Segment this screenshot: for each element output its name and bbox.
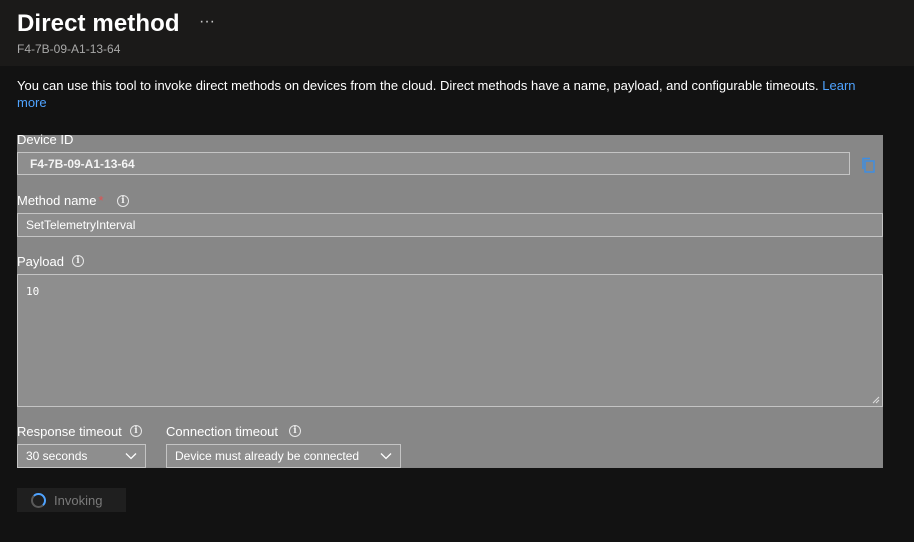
device-id-label: Device ID bbox=[17, 132, 74, 147]
spinner-icon bbox=[31, 492, 46, 508]
page-subtitle: F4-7B-09-A1-13-64 bbox=[17, 42, 121, 56]
invoke-method-button[interactable]: Invoking bbox=[17, 488, 126, 512]
invoke-button-label: Invoking bbox=[54, 492, 103, 508]
info-icon[interactable]: i bbox=[117, 195, 129, 207]
device-id-field[interactable]: F4-7B-09-A1-13-64 bbox=[17, 152, 850, 175]
method-name-input[interactable]: SetTelemetryInterval bbox=[17, 213, 883, 237]
response-timeout-label: Response timeout bbox=[17, 424, 122, 439]
description-text: You can use this tool to invoke direct m… bbox=[17, 78, 823, 93]
direct-method-page: Direct method ··· F4-7B-09-A1-13-64 You … bbox=[0, 0, 914, 542]
response-timeout-dropdown[interactable]: 30 seconds bbox=[17, 444, 146, 468]
method-name-label-text: Method name bbox=[17, 193, 97, 208]
connection-timeout-dropdown[interactable]: Device must already be connected bbox=[166, 444, 401, 468]
connection-timeout-label: Connection timeout bbox=[166, 424, 279, 439]
copy-icon[interactable] bbox=[860, 157, 876, 173]
payload-value: 10 bbox=[26, 285, 40, 298]
required-marker: * bbox=[98, 193, 104, 208]
info-icon[interactable]: i bbox=[130, 425, 142, 437]
payload-label: Payload bbox=[17, 254, 64, 269]
method-name-label: Method name * bbox=[17, 193, 104, 208]
payload-textarea[interactable]: 10 bbox=[17, 274, 883, 407]
chevron-down-icon bbox=[125, 453, 137, 460]
info-icon[interactable]: i bbox=[72, 255, 84, 267]
connection-timeout-value: Device must already be connected bbox=[175, 449, 360, 463]
info-icon[interactable]: i bbox=[289, 425, 301, 437]
page-header: Direct method ··· F4-7B-09-A1-13-64 bbox=[0, 0, 914, 66]
page-title: Direct method bbox=[17, 10, 180, 37]
response-timeout-value: 30 seconds bbox=[26, 449, 88, 463]
more-options-icon[interactable]: ··· bbox=[198, 13, 216, 31]
resize-handle-icon[interactable] bbox=[872, 396, 880, 404]
chevron-down-icon bbox=[380, 453, 392, 460]
description: You can use this tool to invoke direct m… bbox=[17, 77, 887, 111]
